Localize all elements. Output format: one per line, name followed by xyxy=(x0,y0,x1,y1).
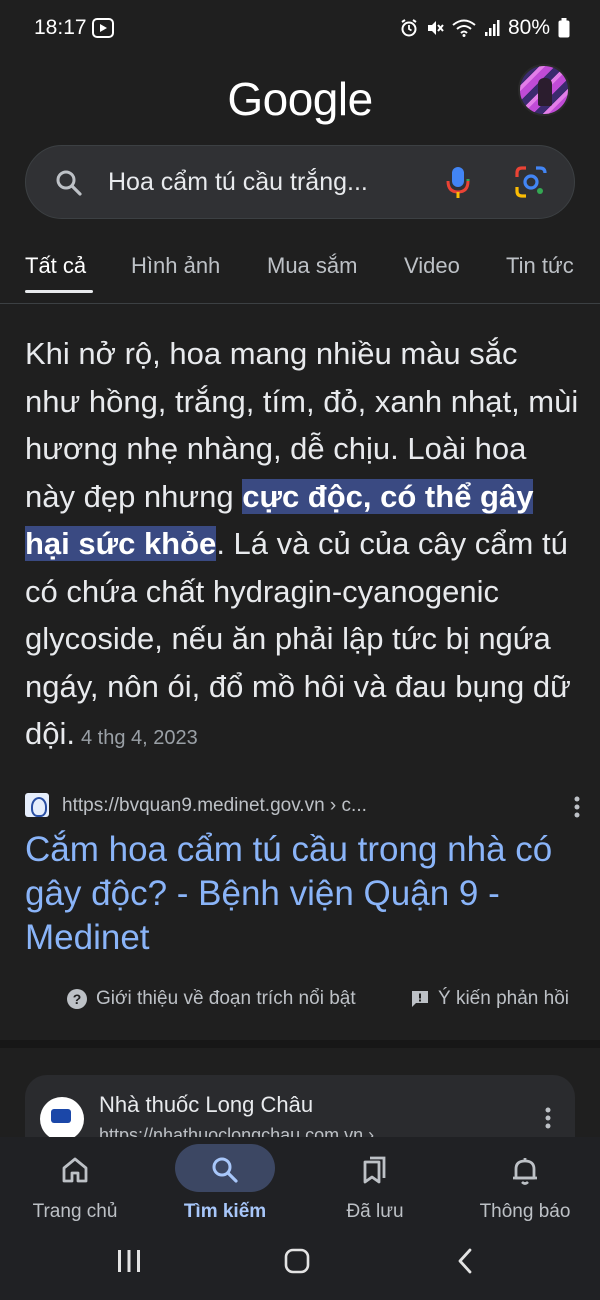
snippet-date: 4 thg 4, 2023 xyxy=(80,727,198,749)
site-favicon xyxy=(25,793,49,817)
search-box[interactable] xyxy=(25,145,575,219)
back-icon[interactable] xyxy=(452,1247,480,1275)
source-row[interactable]: https://bvquan9.medinet.gov.vn › c... xyxy=(25,792,580,820)
nav-home-label: Trang chủ xyxy=(32,1201,118,1222)
tab-images[interactable]: Hình ảnh xyxy=(131,253,220,279)
section-divider xyxy=(0,1040,600,1048)
bookmarks-icon xyxy=(363,1156,386,1184)
status-bar: 18:17 80% xyxy=(0,0,600,56)
about-featured-snippet[interactable]: ? Giới thiệu về đoạn trích nổi bật xyxy=(66,988,356,1010)
media-app-icon xyxy=(92,18,114,43)
about-snippet-label: Giới thiệu về đoạn trích nổi bật xyxy=(96,988,356,1009)
nav-saved-label: Đã lưu xyxy=(346,1201,404,1222)
nav-saved[interactable]: Đã lưu xyxy=(300,1137,450,1237)
search-input[interactable] xyxy=(108,168,428,197)
help-icon: ? xyxy=(67,989,87,1009)
nav-notifications-label: Thông báo xyxy=(479,1201,571,1222)
status-time: 18:17 xyxy=(34,16,87,39)
card-more-options-icon[interactable] xyxy=(545,1107,551,1134)
card-site-name[interactable]: Nhà thuốc Long Châu xyxy=(99,1092,313,1118)
tab-news[interactable]: Tin tức xyxy=(506,253,574,279)
more-options-icon[interactable] xyxy=(574,796,580,823)
tab-videos[interactable]: Video xyxy=(404,253,460,279)
alarm-icon xyxy=(401,19,417,37)
wifi-icon xyxy=(452,19,476,37)
long-chau-favicon xyxy=(40,1097,84,1141)
nav-search-label: Tìm kiếm xyxy=(183,1201,267,1222)
home-icon xyxy=(62,1157,88,1183)
tab-all[interactable]: Tất cả xyxy=(25,253,86,279)
active-tab-indicator xyxy=(25,290,93,293)
mute-icon xyxy=(427,21,444,35)
search-icon xyxy=(212,1157,238,1183)
feedback-link[interactable]: Ý kiến phản hồi xyxy=(410,988,569,1010)
status-indicators: 80% xyxy=(400,16,570,40)
tab-shopping[interactable]: Mua sắm xyxy=(267,253,357,279)
avatar[interactable] xyxy=(518,64,570,116)
search-icon xyxy=(54,168,84,203)
google-lens-icon[interactable] xyxy=(514,165,548,204)
bell-icon xyxy=(513,1158,537,1185)
home-button-icon[interactable] xyxy=(283,1247,311,1275)
tabs-divider xyxy=(0,303,600,304)
battery-icon xyxy=(558,18,570,38)
result-title-link[interactable]: Cắm hoa cẩm tú cầu trong nhà có gây độc?… xyxy=(25,828,580,960)
feedback-icon xyxy=(412,991,428,1007)
nav-notifications[interactable]: Thông báo xyxy=(450,1137,600,1237)
signal-icon xyxy=(484,20,500,36)
nav-home[interactable]: Trang chủ xyxy=(0,1137,150,1237)
recent-apps-icon[interactable] xyxy=(115,1247,143,1275)
feedback-label: Ý kiến phản hồi xyxy=(438,988,569,1009)
source-url[interactable]: https://bvquan9.medinet.gov.vn › c... xyxy=(62,795,367,817)
google-logo[interactable]: Google xyxy=(0,72,600,126)
battery-percent: 80% xyxy=(507,16,550,39)
nav-search[interactable]: Tìm kiếm xyxy=(150,1137,300,1237)
screen: 18:17 80% Google Tất cả Hình ảnh Mu xyxy=(0,0,600,1300)
system-navigation-bar xyxy=(0,1227,600,1300)
microphone-icon[interactable] xyxy=(444,165,472,206)
search-tabs: Tất cả Hình ảnh Mua sắm Video Tin tức xyxy=(25,253,600,293)
featured-snippet: Khi nở rộ, hoa mang nhiều màu sắc như hồ… xyxy=(25,330,580,763)
svg-text:?: ? xyxy=(73,991,82,1007)
